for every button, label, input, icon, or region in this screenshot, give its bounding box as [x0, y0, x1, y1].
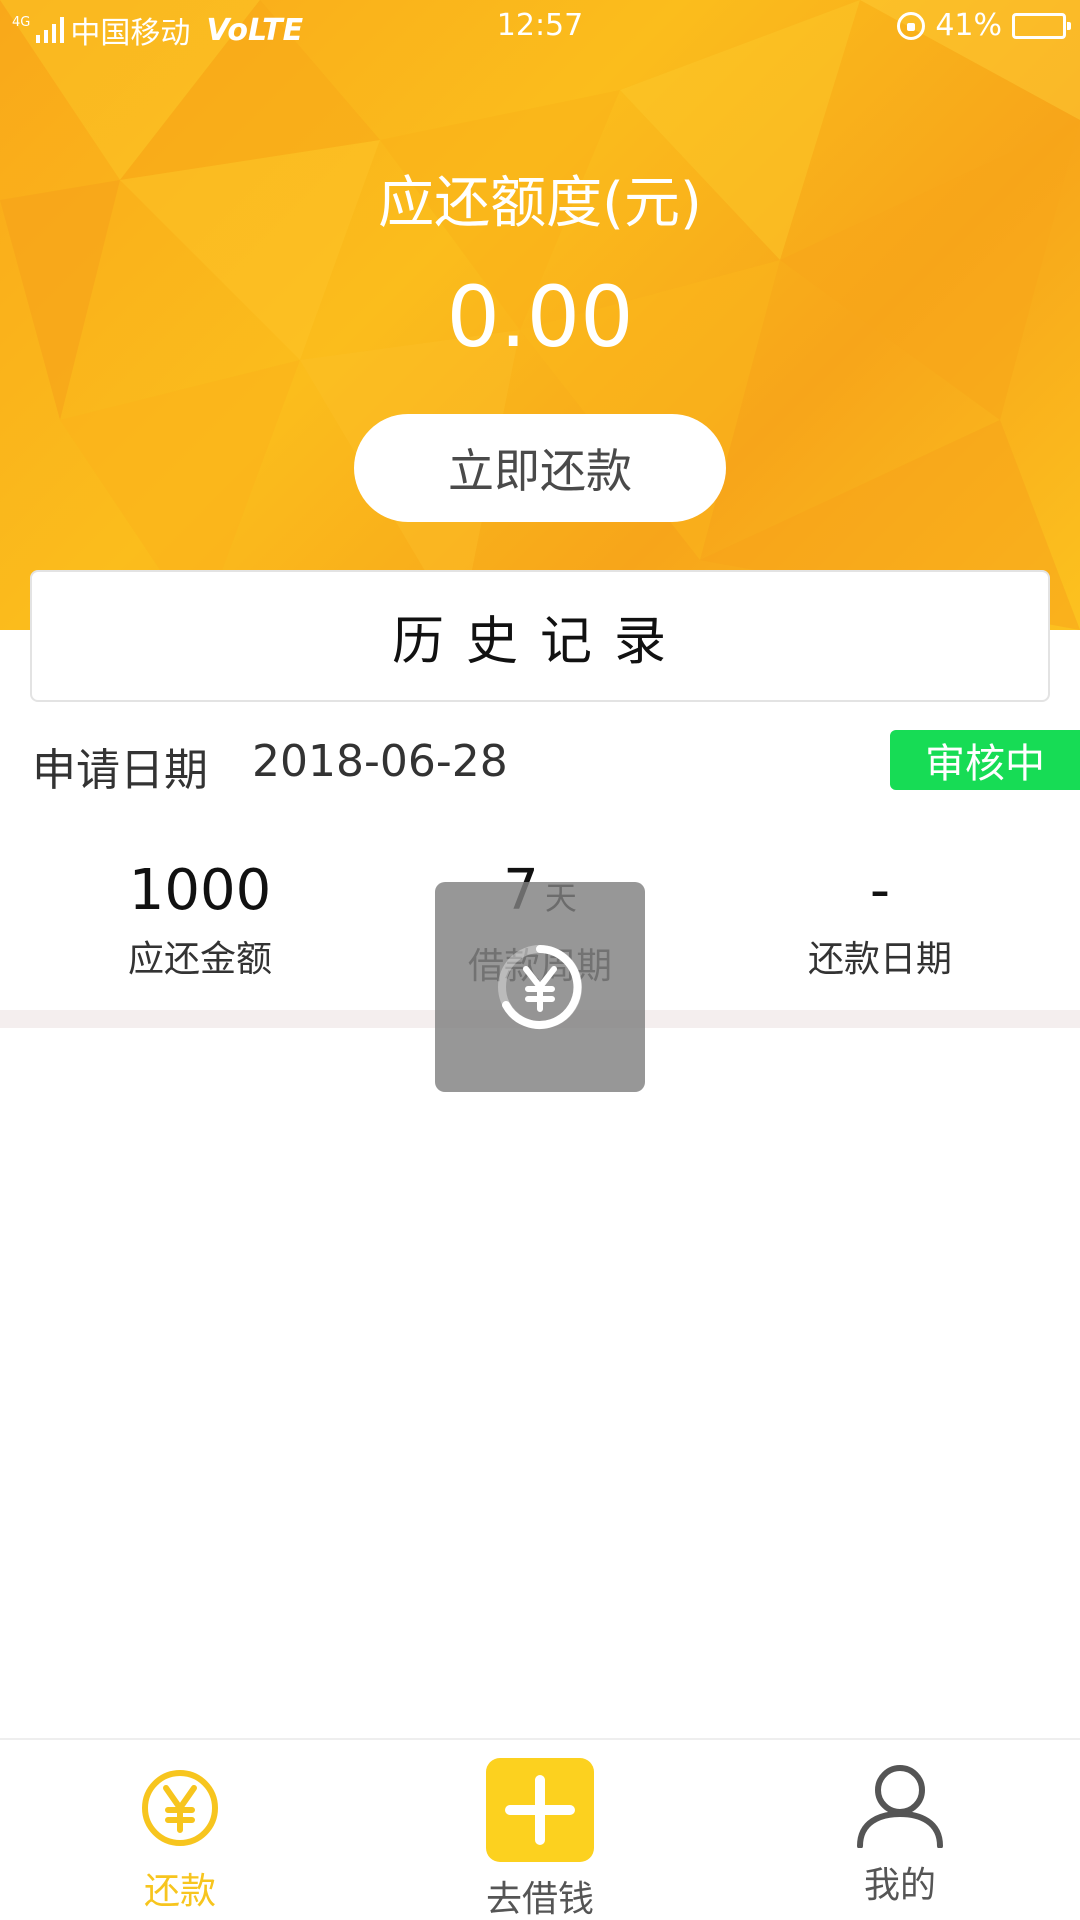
apply-date-label: 申请日期: [32, 745, 208, 796]
loading-overlay: [435, 882, 645, 1092]
screen: 4G 中国移动 VoLTE 12:57 41% 应还额度(元) 0.00 立即还…: [0, 0, 1080, 1920]
tab-label: 我的: [863, 1865, 936, 1906]
rotation-lock-icon: [897, 11, 926, 40]
tab-label: 去借钱: [485, 1879, 594, 1920]
tab-mine[interactable]: 我的: [720, 1740, 1080, 1920]
status-bar: 4G 中国移动 VoLTE 12:57 41%: [0, 0, 1080, 56]
status-right: 41%: [897, 8, 1071, 43]
stat-value: 1000: [128, 858, 272, 923]
due-amount-title: 应还额度(元): [378, 171, 702, 236]
tab-label: 还款: [143, 1871, 216, 1912]
hero-banner: 4G 中国移动 VoLTE 12:57 41% 应还额度(元) 0.00 立即还…: [0, 0, 1080, 630]
stat-amount-due: 1000 应还金额: [20, 856, 380, 982]
stat-value: -: [869, 858, 891, 923]
due-amount-value: 0.00: [446, 268, 634, 366]
apply-date-value: 2018-06-28: [252, 736, 508, 787]
stat-label: 应还金额: [127, 939, 272, 980]
yen-circle-icon: [142, 1770, 218, 1846]
plus-icon: [486, 1758, 594, 1862]
user-icon: [857, 1765, 943, 1848]
status-badge: 审核中: [890, 730, 1080, 790]
tab-repay[interactable]: 还款: [0, 1740, 360, 1920]
battery-percent: 41%: [935, 8, 1002, 43]
repay-now-button[interactable]: 立即还款: [354, 414, 726, 522]
stat-repay-date: - 还款日期: [700, 856, 1060, 982]
bottom-tab-bar: 还款 去借钱 我的: [0, 1738, 1080, 1920]
plus-glyph: [505, 1775, 575, 1845]
stat-label: 还款日期: [807, 939, 952, 980]
tab-borrow[interactable]: 去借钱: [360, 1740, 720, 1920]
battery-icon: [1012, 12, 1071, 39]
history-records-header[interactable]: 历史记录: [30, 570, 1050, 702]
loading-spinner-icon: [498, 945, 582, 1029]
